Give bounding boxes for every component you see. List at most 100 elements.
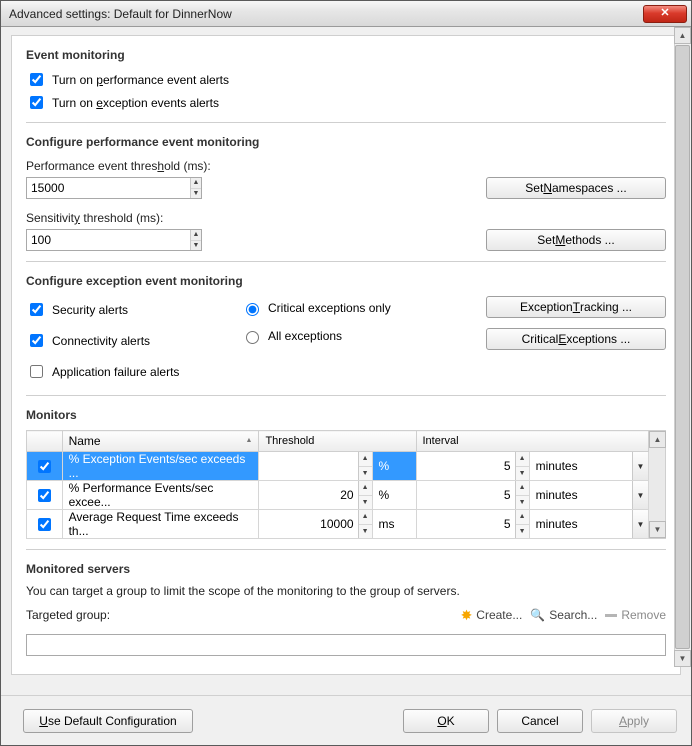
row-name: % Performance Events/sec excee... bbox=[63, 481, 259, 509]
sensitivity-threshold-input[interactable] bbox=[27, 230, 190, 250]
section-header: Configure performance event monitoring bbox=[26, 135, 666, 149]
spin-up-icon[interactable]: ▲ bbox=[359, 452, 372, 467]
scroll-up-icon[interactable]: ▲ bbox=[674, 27, 691, 44]
main-scrollbar[interactable]: ▲ ▼ bbox=[674, 27, 691, 667]
divider bbox=[26, 261, 666, 262]
spin-up-icon[interactable]: ▲ bbox=[359, 510, 372, 525]
spin-up-icon[interactable]: ▲ bbox=[516, 510, 529, 525]
table-row[interactable]: Average Request Time exceeds th...▲▼ms▲▼… bbox=[27, 510, 649, 539]
chevron-down-icon: ▼ bbox=[632, 481, 648, 509]
application-failure-alerts-checkbox[interactable]: Application failure alerts bbox=[26, 362, 196, 381]
row-checkbox[interactable] bbox=[27, 452, 62, 480]
spin-down-icon[interactable]: ▼ bbox=[191, 241, 201, 251]
sensitivity-threshold-spinner[interactable]: ▲▼ bbox=[26, 229, 202, 251]
row-interval-spinner[interactable]: ▲▼ bbox=[417, 481, 529, 509]
row-threshold-spinner[interactable]: ▲▼ bbox=[259, 510, 371, 538]
scroll-pane: Event monitoring Turn on performance eve… bbox=[11, 35, 681, 675]
spin-down-icon[interactable]: ▼ bbox=[516, 525, 529, 539]
spin-down-icon[interactable]: ▼ bbox=[516, 496, 529, 510]
section-header: Monitors bbox=[26, 408, 666, 422]
row-interval-unit-select[interactable]: minutes▼ bbox=[530, 481, 648, 509]
table-row[interactable]: % Performance Events/sec excee...▲▼%▲▼mi… bbox=[27, 481, 649, 510]
row-threshold-spinner[interactable]: ▲▼ bbox=[259, 481, 371, 509]
section-header: Configure exception event monitoring bbox=[26, 274, 666, 288]
spin-up-icon[interactable]: ▲ bbox=[516, 452, 529, 467]
scroll-down-icon[interactable]: ▼ bbox=[674, 650, 691, 667]
row-interval-unit-select[interactable]: minutes▼ bbox=[530, 510, 648, 538]
row-threshold-unit: % bbox=[373, 459, 416, 473]
section-header: Event monitoring bbox=[26, 48, 666, 62]
row-interval-unit-select[interactable]: minutes▼ bbox=[530, 452, 648, 480]
divider bbox=[26, 122, 666, 123]
targeted-group-input[interactable] bbox=[26, 634, 666, 656]
row-checkbox[interactable] bbox=[27, 481, 62, 509]
apply-button: Apply bbox=[591, 709, 677, 733]
spin-down-icon[interactable]: ▼ bbox=[516, 467, 529, 481]
remove-group-link: Remove bbox=[605, 608, 666, 622]
divider bbox=[26, 395, 666, 396]
search-group-link[interactable]: 🔍Search... bbox=[530, 608, 597, 622]
spin-up-icon[interactable]: ▲ bbox=[191, 230, 201, 241]
sort-asc-icon: ▲ bbox=[246, 437, 253, 444]
starburst-icon: ✸ bbox=[461, 608, 473, 622]
chevron-down-icon: ▼ bbox=[632, 510, 648, 538]
spin-up-icon[interactable]: ▲ bbox=[359, 481, 372, 496]
connectivity-alerts-checkbox[interactable]: Connectivity alerts bbox=[26, 331, 196, 350]
table-header-row: Name▲ Threshold Interval bbox=[27, 431, 649, 452]
col-interval[interactable]: Interval bbox=[416, 431, 649, 452]
col-checkbox[interactable] bbox=[27, 431, 63, 452]
critical-exceptions-button[interactable]: Critical Exceptions ... bbox=[486, 328, 666, 350]
row-threshold-unit: % bbox=[373, 488, 416, 502]
divider bbox=[26, 549, 666, 550]
perf-threshold-input[interactable] bbox=[27, 178, 190, 198]
monitored-servers-description: You can target a group to limit the scop… bbox=[26, 584, 666, 598]
perf-threshold-label: Performance event threshold (ms): bbox=[26, 159, 266, 173]
scroll-down-icon[interactable]: ▼ bbox=[649, 521, 666, 538]
close-icon: ✕ bbox=[660, 8, 669, 19]
spin-down-icon[interactable]: ▼ bbox=[359, 525, 372, 539]
row-threshold-unit: ms bbox=[373, 517, 416, 531]
chevron-down-icon: ▼ bbox=[632, 452, 648, 480]
critical-exceptions-only-radio[interactable]: Critical exceptions only bbox=[241, 300, 441, 316]
search-icon: 🔍 bbox=[530, 608, 545, 622]
section-monitored-servers: Monitored servers You can target a group… bbox=[26, 562, 666, 656]
create-group-link[interactable]: ✸Create... bbox=[461, 608, 523, 622]
section-monitors: Monitors Name▲ Threshold Interval bbox=[26, 408, 666, 539]
spin-down-icon[interactable]: ▼ bbox=[359, 467, 372, 481]
set-methods-button[interactable]: Set Methods ... bbox=[486, 229, 666, 251]
scroll-thumb[interactable] bbox=[675, 45, 690, 649]
performance-alerts-input[interactable] bbox=[30, 73, 43, 86]
spin-down-icon[interactable]: ▼ bbox=[359, 496, 372, 510]
section-event-monitoring: Event monitoring Turn on performance eve… bbox=[26, 48, 666, 112]
spin-up-icon[interactable]: ▲ bbox=[516, 481, 529, 496]
cancel-button[interactable]: Cancel bbox=[497, 709, 583, 733]
row-threshold-spinner[interactable]: ▲▼ bbox=[259, 452, 371, 480]
exception-tracking-button[interactable]: Exception Tracking ... bbox=[486, 296, 666, 318]
exception-alerts-input[interactable] bbox=[30, 96, 43, 109]
set-namespaces-button[interactable]: Set Namespaces ... bbox=[486, 177, 666, 199]
use-default-configuration-button[interactable]: Use Default Configuration bbox=[23, 709, 193, 733]
dialog-footer: Use Default Configuration OK Cancel Appl… bbox=[1, 695, 691, 745]
security-alerts-checkbox[interactable]: Security alerts bbox=[26, 300, 196, 319]
table-scrollbar[interactable]: ▲ ▼ bbox=[649, 430, 666, 539]
spin-up-icon[interactable]: ▲ bbox=[191, 178, 201, 189]
row-checkbox[interactable] bbox=[27, 510, 62, 538]
all-exceptions-radio[interactable]: All exceptions bbox=[241, 328, 441, 344]
scroll-up-icon[interactable]: ▲ bbox=[649, 431, 666, 448]
row-interval-spinner[interactable]: ▲▼ bbox=[417, 510, 529, 538]
row-interval-spinner[interactable]: ▲▼ bbox=[417, 452, 529, 480]
monitors-table[interactable]: Name▲ Threshold Interval % Exception Eve… bbox=[26, 430, 649, 539]
exception-alerts-checkbox[interactable]: Turn on exception events alerts bbox=[26, 93, 666, 112]
col-threshold[interactable]: Threshold bbox=[259, 431, 416, 452]
section-header: Monitored servers bbox=[26, 562, 666, 576]
spin-down-icon[interactable]: ▼ bbox=[191, 189, 201, 199]
performance-alerts-checkbox[interactable]: Turn on performance event alerts bbox=[26, 70, 666, 89]
ok-button[interactable]: OK bbox=[403, 709, 489, 733]
sensitivity-threshold-label: Sensitivity threshold (ms): bbox=[26, 211, 266, 225]
perf-threshold-spinner[interactable]: ▲▼ bbox=[26, 177, 202, 199]
targeted-group-label: Targeted group: bbox=[26, 608, 110, 622]
remove-icon bbox=[605, 614, 617, 617]
table-row[interactable]: % Exception Events/sec exceeds ...▲▼%▲▼m… bbox=[27, 452, 649, 481]
close-button[interactable]: ✕ bbox=[643, 5, 687, 23]
col-name[interactable]: Name▲ bbox=[62, 431, 259, 452]
